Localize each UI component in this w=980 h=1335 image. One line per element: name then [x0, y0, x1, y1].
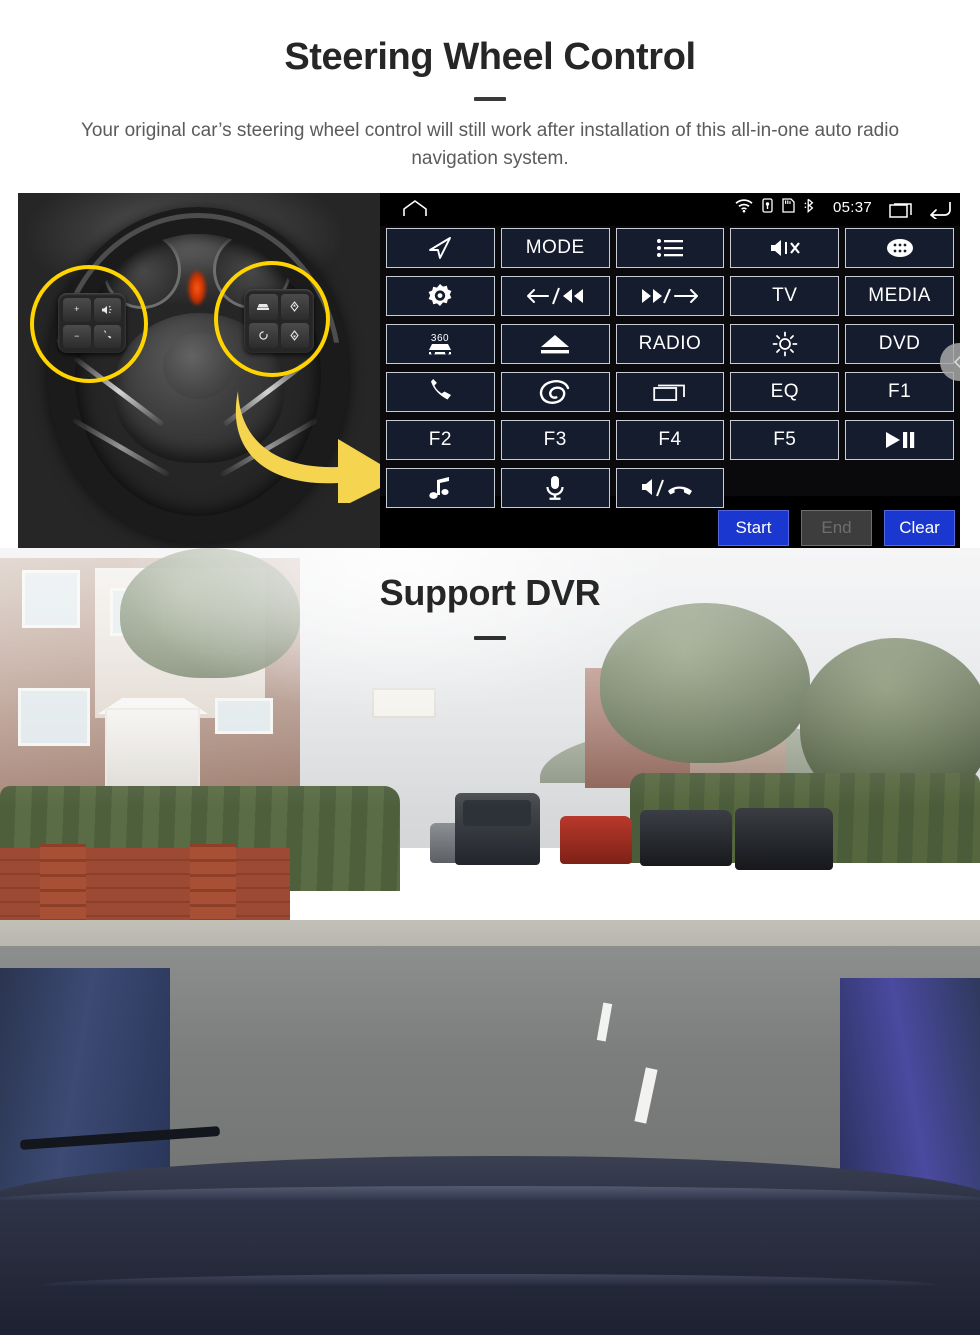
- swc-button-swirl[interactable]: [500, 372, 610, 412]
- swc-button-mode[interactable]: MODE: [500, 228, 610, 268]
- swc-button-music[interactable]: [386, 468, 495, 508]
- speaker-mute-icon: [770, 240, 800, 256]
- highlight-circle-right-pad: [214, 261, 330, 377]
- music-note-icon: [429, 477, 450, 499]
- previous-track-icon: [527, 287, 584, 305]
- swc-button-brightness[interactable]: [730, 324, 840, 364]
- end-button[interactable]: End: [801, 510, 872, 546]
- dvr-background-photo: [0, 548, 980, 1335]
- swc-button-navigation[interactable]: [386, 228, 495, 268]
- swc-button-play-pause[interactable]: [845, 420, 954, 460]
- play-pause-icon: [885, 432, 914, 448]
- swc-button-media[interactable]: MEDIA: [845, 276, 954, 316]
- status-icon-group: [735, 198, 815, 213]
- swc-button-blank-2: [845, 468, 954, 508]
- swc-button-list[interactable]: [615, 228, 725, 268]
- eject-icon: [541, 335, 570, 354]
- oncoming-car: [735, 808, 833, 870]
- swc-button-mute[interactable]: [730, 228, 840, 268]
- title-divider-dvr: [474, 636, 506, 640]
- swc-button-volume-hangup[interactable]: [615, 468, 725, 508]
- swc-button-next[interactable]: [615, 276, 725, 316]
- product-feature-page: Steering Wheel Control Your original car…: [0, 0, 980, 1335]
- microphone-icon: [546, 476, 564, 500]
- swc-button-tv[interactable]: TV: [730, 276, 840, 316]
- sd-card-icon: [782, 198, 795, 213]
- power-gear-icon: [428, 284, 452, 306]
- swc-button-eject[interactable]: [500, 324, 610, 364]
- car-dashboard: [0, 1156, 980, 1335]
- swc-button-voice[interactable]: [500, 468, 610, 508]
- swc-button-f2[interactable]: F2: [386, 420, 495, 460]
- head-unit-screen: 05:37 MODE TV MEDIA 360 RADIO DVD EQ F1 …: [380, 193, 960, 548]
- phone-handset-icon: [431, 379, 452, 400]
- swc-button-f1[interactable]: F1: [845, 372, 954, 412]
- swc-button-previous[interactable]: [500, 276, 610, 316]
- volume-hangup-icon: [641, 479, 692, 497]
- swc-button-f3[interactable]: F3: [500, 420, 610, 460]
- apps-grid-icon: [886, 239, 913, 257]
- swc-button-blank-1: [730, 468, 839, 508]
- steering-wheel-header: Steering Wheel Control Your original car…: [0, 0, 980, 193]
- swc-button-screen[interactable]: [615, 372, 725, 412]
- android-status-bar: 05:37: [380, 193, 960, 225]
- scroll-left-chevron-icon: [953, 355, 960, 369]
- status-clock: 05:37: [832, 199, 872, 216]
- swc-button-eq[interactable]: EQ: [730, 372, 840, 412]
- page-title-steering-wheel: Steering Wheel Control: [284, 36, 696, 78]
- recent-apps-icon[interactable]: [889, 201, 915, 218]
- 360-car-icon: 360: [429, 333, 452, 355]
- title-divider: [474, 97, 506, 101]
- list-menu-icon: [656, 239, 683, 257]
- brightness-sun-icon: [772, 331, 798, 357]
- highlight-circle-left-pad: [30, 265, 148, 383]
- steering-wheel-photo: + −: [18, 193, 380, 548]
- clear-button[interactable]: Clear: [884, 510, 955, 546]
- navigation-arrow-icon: [428, 237, 451, 259]
- page-title-support-dvr: Support DVR: [379, 572, 601, 613]
- swc-button-dvd[interactable]: DVD: [845, 324, 954, 364]
- swc-button-apps[interactable]: [845, 228, 954, 268]
- steering-wheel-section: + − 05:37 MODE TV MEDIA 360 RADIO DVD EQ…: [0, 193, 980, 548]
- next-track-icon: [641, 288, 698, 304]
- screen-window-icon: [653, 384, 685, 401]
- swc-button-phone[interactable]: [386, 372, 495, 412]
- start-button[interactable]: Start: [718, 510, 789, 546]
- yellow-curved-arrow-icon: [235, 391, 380, 503]
- back-icon[interactable]: [928, 199, 952, 219]
- swc-button-camera360[interactable]: 360: [386, 324, 495, 364]
- svg-text:360: 360: [431, 333, 449, 344]
- swc-button-radio[interactable]: RADIO: [615, 324, 725, 364]
- swc-button-f5[interactable]: F5: [730, 420, 840, 460]
- swc-action-bar: Start End Clear: [718, 510, 955, 546]
- red-car: [560, 816, 632, 864]
- swc-button-power[interactable]: [386, 276, 495, 316]
- steering-wheel-key-grid: MODE TV MEDIA 360 RADIO DVD EQ F1 F2 F3 …: [380, 226, 960, 508]
- bluetooth-icon: [804, 198, 814, 213]
- support-dvr-section: Support DVR (Optional function, require …: [0, 548, 980, 1335]
- steering-wheel-subtitle: Your original car’s steering wheel contr…: [80, 120, 900, 169]
- wifi-icon: [735, 198, 753, 212]
- home-icon[interactable]: [402, 199, 428, 219]
- swirl-logo-icon: [540, 380, 570, 404]
- swc-button-f4[interactable]: F4: [615, 420, 725, 460]
- lock-icon: [762, 198, 773, 213]
- dark-car: [640, 810, 732, 866]
